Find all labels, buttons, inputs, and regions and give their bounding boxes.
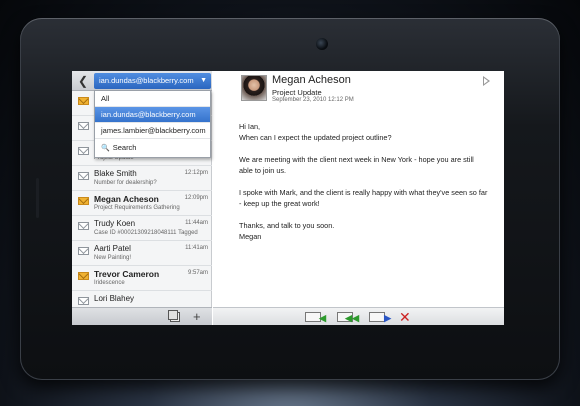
list-item-time: 12:12pm xyxy=(184,170,208,176)
list-item-time: 11:44am xyxy=(185,220,208,226)
body-line: Thanks, and talk to you soon. Megan xyxy=(239,220,489,242)
envelope-icon xyxy=(78,147,89,155)
side-button-left xyxy=(36,178,39,218)
list-item[interactable]: Trevor Cameron Iridescence 9:57am xyxy=(72,266,212,291)
envelope-icon xyxy=(78,272,89,280)
envelope-icon xyxy=(78,197,89,205)
list-item-time: 9:57am xyxy=(187,270,208,276)
avatar xyxy=(241,75,267,101)
body-greeting: Hi Ian, xyxy=(239,122,261,131)
list-item-time: 12:09pm xyxy=(184,195,208,201)
forward-icon[interactable]: ▶ xyxy=(369,312,391,323)
list-item-name: Megan Acheson xyxy=(94,194,159,204)
delete-icon[interactable]: ✕ xyxy=(399,309,411,325)
dropdown-option-all[interactable]: All xyxy=(95,91,210,107)
list-item-name: Trevor Cameron xyxy=(94,269,160,279)
list-item-name: Aarti Patel xyxy=(94,244,131,253)
body-line: Hi Ian, When can I expect the updated pr… xyxy=(239,121,489,143)
envelope-icon xyxy=(78,172,89,180)
body-paragraph: I spoke with Mark, and the client is rea… xyxy=(239,188,488,208)
list-item-time: 11:41am xyxy=(185,245,208,251)
add-icon[interactable]: + xyxy=(193,309,201,325)
message-subject: Project Update xyxy=(272,88,322,97)
search-label: Search xyxy=(112,143,137,152)
body-paragraph: We are meeting with the client next week… xyxy=(239,155,474,175)
list-item[interactable]: Megan Acheson Project Requirements Gathe… xyxy=(72,191,212,216)
body-paragraph: When can I expect the updated project ou… xyxy=(239,133,392,142)
screen: ❮ ian.dundas@blackberry.com ▼ Project Up… xyxy=(72,71,504,325)
list-item-subject: New Painting! xyxy=(94,255,132,261)
message-body: Hi Ian, When can I expect the updated pr… xyxy=(239,121,489,253)
list-item-name: Lori Blahey xyxy=(94,294,135,303)
list-item[interactable]: Blake Smith Number for dealership? 12:12… xyxy=(72,166,212,191)
reply-icon[interactable]: ◀ xyxy=(305,312,326,323)
list-item-subject: Project Requirements Gathering xyxy=(94,205,180,211)
message-view-pane: Megan Acheson Project Update September 2… xyxy=(213,71,504,325)
envelope-icon xyxy=(78,222,89,230)
list-item-name: Blake Smith xyxy=(94,169,137,178)
sender-name: Megan Acheson xyxy=(272,74,351,86)
message-list-pane: ❮ ian.dundas@blackberry.com ▼ Project Up… xyxy=(72,71,212,325)
dropdown-option-james[interactable]: james.lambier@blackberry.com xyxy=(95,123,210,139)
flag-icon[interactable] xyxy=(483,76,490,86)
envelope-icon xyxy=(78,122,89,130)
search-icon: 🔍 xyxy=(101,145,110,152)
body-closing: Thanks, and talk to you soon. xyxy=(239,221,335,230)
envelope-icon xyxy=(78,97,89,105)
list-item[interactable]: Aarti Patel New Painting! 11:41am xyxy=(72,241,212,266)
list-item-subject: Number for dealership? xyxy=(94,180,157,186)
message-date: September 23, 2010 12:12 PM xyxy=(272,97,354,103)
envelope-icon xyxy=(78,297,89,305)
message-toolbar: ◀ ◀◀ ▶ ✕ xyxy=(213,307,504,325)
account-select[interactable]: ian.dundas@blackberry.com ▼ xyxy=(94,73,211,89)
reply-all-icon[interactable]: ◀◀ xyxy=(337,312,359,323)
dropdown-option-ian[interactable]: ian.dundas@blackberry.com xyxy=(95,107,210,123)
chevron-down-icon: ▼ xyxy=(200,77,207,84)
list-toolbar: + xyxy=(72,307,212,325)
list-item[interactable]: Trudy Koen Case ID #00021309218048111 Ta… xyxy=(72,216,212,241)
account-select-value: ian.dundas@blackberry.com xyxy=(99,76,194,85)
back-arrow-icon[interactable]: ❮ xyxy=(76,74,90,88)
account-dropdown: All ian.dundas@blackberry.com james.lamb… xyxy=(94,90,211,158)
camera-icon xyxy=(316,38,328,50)
list-item-name: Trudy Koen xyxy=(94,219,136,228)
list-item-subject: Case ID #00021309218048111 Tagged xyxy=(94,230,198,236)
stack-icon[interactable] xyxy=(168,310,180,322)
list-item-subject: Iridescence xyxy=(94,280,125,286)
body-signature: Megan xyxy=(239,232,262,241)
envelope-icon xyxy=(78,247,89,255)
dropdown-search[interactable]: 🔍 Search xyxy=(95,139,210,157)
list-header: ❮ ian.dundas@blackberry.com ▼ xyxy=(72,71,212,91)
